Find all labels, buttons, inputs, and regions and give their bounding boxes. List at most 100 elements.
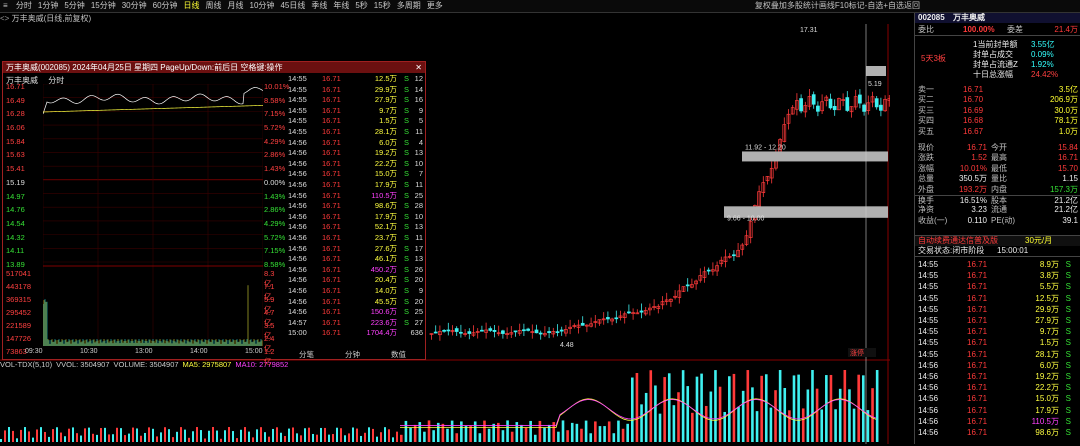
volume-bar bbox=[296, 433, 298, 442]
close-icon[interactable]: ✕ bbox=[415, 62, 422, 73]
tick-time: 14:55 bbox=[918, 282, 939, 292]
toolbar-button[interactable]: 画线 bbox=[819, 1, 835, 10]
volume-bar bbox=[423, 431, 426, 442]
popup-tab[interactable]: 分笔 bbox=[299, 349, 314, 360]
intraday-pct-label: 4.29% bbox=[264, 136, 286, 146]
volume-bar bbox=[612, 433, 616, 442]
volume-bar bbox=[695, 376, 699, 442]
trade-price: 16.71 bbox=[322, 169, 341, 179]
trade-row: 14:56 16.71 98.6万 S 28 bbox=[288, 201, 423, 212]
period-tab[interactable]: 45日线 bbox=[277, 0, 308, 12]
volume-bar bbox=[667, 373, 671, 442]
trade-volume: 1704.4万 bbox=[366, 328, 397, 338]
volume-bar bbox=[829, 374, 833, 442]
trade-side: S bbox=[403, 211, 409, 221]
limit-up-badge: 涨停 bbox=[850, 348, 864, 357]
period-tab[interactable]: 周线 bbox=[203, 0, 225, 12]
period-tab[interactable]: 多周期 bbox=[394, 0, 424, 12]
volume-bar bbox=[104, 427, 106, 442]
tick-time: 14:55 bbox=[918, 316, 939, 325]
candle-body bbox=[706, 269, 711, 272]
volume-bar bbox=[172, 437, 174, 442]
volume-bar bbox=[797, 374, 800, 442]
volume-bar bbox=[838, 388, 842, 442]
intraday-popup[interactable]: 万丰奥威(002085) 2024年04月25日 星期四 PageUp/Down… bbox=[2, 61, 426, 366]
last-price-box bbox=[866, 66, 886, 76]
volume-bar bbox=[24, 427, 26, 442]
period-tab[interactable]: 日线 bbox=[181, 0, 203, 12]
period-tab[interactable]: 1分钟 bbox=[35, 0, 61, 12]
candle-body bbox=[862, 104, 866, 112]
volume-bar bbox=[492, 423, 495, 442]
volume-header-item: MA5: 2975807 bbox=[182, 360, 232, 369]
intraday-price-label: 14.97 bbox=[6, 191, 25, 201]
volume-bar bbox=[589, 433, 593, 442]
volume-bar bbox=[272, 428, 274, 442]
promo-banner[interactable]: 自动续费通达信普及版 30元/月 bbox=[915, 235, 1080, 247]
quote-row: 收益(一) 0.110 PE(动) 39.1 bbox=[915, 216, 1080, 226]
period-tab[interactable]: 15分钟 bbox=[88, 0, 119, 12]
period-tab[interactable]: 年线 bbox=[330, 0, 352, 12]
toolbar-button[interactable]: -自选 bbox=[865, 1, 884, 10]
trade-list[interactable]: 14:55 16.71 12.5万 S 12 14:55 16.71 29.9万 S 14 14:5… bbox=[288, 74, 423, 352]
popup-tab[interactable]: 数值 bbox=[391, 349, 406, 360]
collapse-icon[interactable]: <> bbox=[0, 14, 9, 23]
toolbar-button[interactable]: 统计 bbox=[803, 1, 819, 10]
trade-row: 14:56 16.71 45.5万 S 20 bbox=[288, 297, 423, 308]
period-tab[interactable]: 更多 bbox=[424, 0, 446, 12]
toolbar-button[interactable]: 多股 bbox=[787, 1, 803, 10]
tick-time: 14:56 bbox=[918, 394, 939, 404]
toolbar-button[interactable]: 复权 bbox=[755, 1, 771, 10]
tick-side: S bbox=[1065, 316, 1071, 325]
toolbar-button[interactable]: 叠加 bbox=[771, 1, 787, 10]
gap-label-1: 11.92 - 12.20 bbox=[745, 144, 786, 151]
tick-volume: 3.8万 bbox=[1039, 271, 1059, 281]
tick-price: 16.71 bbox=[967, 405, 988, 415]
toolbar-button[interactable]: +自选 bbox=[883, 1, 904, 10]
trade-price: 16.71 bbox=[322, 116, 341, 126]
tick-price: 16.71 bbox=[967, 293, 988, 303]
trade-count: 636 bbox=[410, 328, 423, 338]
volume-bar bbox=[483, 420, 486, 442]
tick-side: S bbox=[1065, 372, 1071, 381]
trade-count: 5 bbox=[418, 116, 423, 126]
trade-row: 14:56 16.71 52.1万 S 13 bbox=[288, 222, 423, 233]
tick-price: 16.71 bbox=[967, 428, 988, 437]
volume-bar bbox=[68, 428, 70, 442]
volume-bar bbox=[718, 386, 722, 442]
toolbar-button[interactable]: 返回 bbox=[904, 1, 920, 10]
candle-body bbox=[811, 94, 816, 105]
quote-label: 涨幅 bbox=[918, 163, 934, 173]
volume-bar bbox=[40, 427, 42, 442]
orderbook-row: 买三 16.69 30.0万 bbox=[915, 106, 1080, 116]
trade-time: 14:56 bbox=[288, 233, 307, 242]
period-tab[interactable]: 15秒 bbox=[371, 0, 394, 12]
trade-count: 17 bbox=[414, 243, 423, 253]
volume-bar bbox=[360, 435, 362, 442]
toolbar-button[interactable]: 标记 bbox=[849, 1, 865, 10]
period-tab[interactable]: 5秒 bbox=[352, 0, 370, 12]
orderbook-price: 16.71 bbox=[963, 85, 984, 94]
volume-bar bbox=[112, 434, 114, 442]
period-tab[interactable]: 季线 bbox=[308, 0, 330, 12]
orderbook-volume: 78.1万 bbox=[1054, 116, 1078, 126]
volume-bar bbox=[663, 377, 666, 442]
period-tab[interactable]: 月线 bbox=[225, 0, 247, 12]
tick-time: 14:56 bbox=[918, 383, 939, 393]
trade-count: 4 bbox=[418, 137, 423, 147]
period-tab[interactable]: 60分钟 bbox=[150, 0, 181, 12]
period-tab[interactable]: 5分钟 bbox=[61, 0, 87, 12]
trade-row: 14:56 16.71 17.9万 S 10 bbox=[288, 212, 423, 223]
volume-bar bbox=[92, 433, 94, 442]
volume-bar bbox=[607, 421, 611, 442]
popup-tab[interactable]: 分钟 bbox=[345, 349, 360, 360]
volume-bar bbox=[288, 428, 290, 442]
toolbar-button[interactable]: F10 bbox=[835, 1, 849, 10]
trade-side: S bbox=[403, 296, 409, 306]
tick-side: S bbox=[1065, 260, 1071, 269]
period-tab[interactable]: 30分钟 bbox=[119, 0, 150, 12]
period-tab[interactable]: 10分钟 bbox=[247, 0, 278, 12]
period-tab[interactable]: 分时 bbox=[13, 0, 35, 12]
tick-side: S bbox=[1065, 428, 1071, 437]
menu-icon[interactable]: ≡ bbox=[0, 0, 11, 12]
